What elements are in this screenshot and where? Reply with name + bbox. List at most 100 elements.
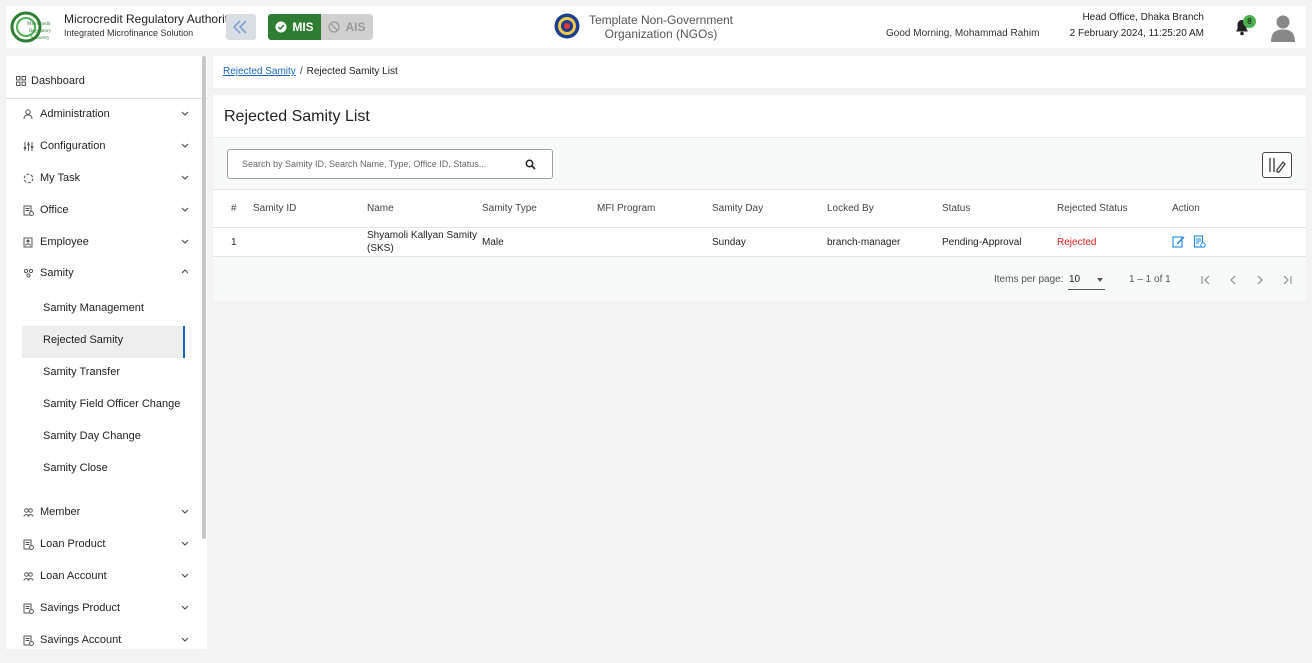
chevron-down-icon	[181, 175, 189, 180]
sidebar-item-dashboard[interactable]: Dashboard	[16, 75, 85, 87]
module-toggle: MIS AIS	[268, 14, 373, 40]
previous-page-button[interactable]	[1225, 272, 1241, 288]
sidebar-item-samity[interactable]: Samity	[22, 264, 190, 282]
edit-icon[interactable]	[1172, 235, 1185, 248]
user-avatar-icon[interactable]	[1270, 14, 1296, 42]
cell-samity-day: Sunday	[712, 227, 827, 257]
sidebar-subitem-samity-close[interactable]: Samity Close	[43, 462, 108, 474]
chevron-down-icon	[181, 541, 189, 546]
grid-icon	[16, 76, 26, 86]
sidebar-item-member[interactable]: Member	[22, 503, 190, 521]
savings-account-icon	[22, 634, 34, 646]
chevron-down-icon	[181, 573, 189, 578]
column-edit-icon	[1269, 158, 1286, 173]
table-row: 1 Shyamoli Kallyan Samity (SKS) Male Sun…	[213, 227, 1306, 257]
mis-button[interactable]: MIS	[268, 14, 321, 40]
ngo-name: Template Non-Government Organization (NG…	[588, 13, 734, 41]
sidebar-item-label: My Task	[40, 172, 81, 184]
sidebar-item-administration[interactable]: Administration	[22, 105, 190, 123]
column-settings-button[interactable]	[1262, 152, 1292, 178]
view-details-icon[interactable]	[1193, 235, 1206, 249]
items-per-page-label: Items per page:	[994, 274, 1064, 285]
sidebar-item-label: Savings Account	[40, 634, 122, 646]
breadcrumb: Rejected Samity / Rejected Samity List	[213, 56, 1306, 88]
notification-badge: 8	[1243, 15, 1256, 28]
sidebar-item-loan-account[interactable]: Loan Account	[22, 567, 190, 585]
col-header-index: #	[213, 189, 253, 228]
savings-product-icon	[22, 602, 34, 614]
top-header: Microcredit Regulatory Authority Microcr…	[6, 6, 1306, 48]
sidebar-scrollbar[interactable]	[202, 56, 206, 539]
col-header-name[interactable]: Name	[367, 189, 482, 228]
col-header-mfi-program[interactable]: MFI Program	[597, 189, 712, 228]
col-header-rejected-status[interactable]: Rejected Status	[1057, 189, 1172, 228]
cell-name: Shyamoli Kallyan Samity (SKS)	[367, 227, 482, 257]
col-header-status[interactable]: Status	[942, 189, 1057, 228]
sidebar-subitem-samity-management[interactable]: Samity Management	[43, 302, 144, 314]
search-input[interactable]	[242, 157, 512, 171]
page-range: 1 – 1 of 1	[1129, 274, 1171, 285]
branch-name: Head Office, Dhaka Branch	[1082, 12, 1204, 23]
collapse-sidebar-button[interactable]	[226, 14, 256, 40]
sidebar-item-office[interactable]: Office	[22, 201, 190, 219]
search-icon[interactable]	[525, 159, 536, 170]
col-header-samity-day[interactable]: Samity Day	[712, 189, 827, 228]
sidebar-item-label: Administration	[40, 108, 110, 120]
office-doc-icon	[22, 204, 34, 216]
sidebar-subitem-samity-transfer[interactable]: Samity Transfer	[43, 366, 120, 378]
greeting-text: Good Morning, Mohammad Rahim	[886, 28, 1040, 39]
col-header-locked-by[interactable]: Locked By	[827, 189, 942, 228]
cell-mfi-program	[597, 227, 712, 257]
chevron-down-icon	[181, 239, 189, 244]
sidebar-subitem-rejected-samity[interactable]: Rejected Samity	[43, 334, 123, 346]
last-page-button[interactable]	[1279, 272, 1295, 288]
sidebar-item-loan-product[interactable]: Loan Product	[22, 535, 190, 553]
sidebar-item-my-task[interactable]: My Task	[22, 169, 190, 187]
cell-rejected-status: Rejected	[1057, 227, 1172, 257]
sidebar-item-label: Dashboard	[31, 75, 85, 87]
sidebar-item-employee[interactable]: Employee	[22, 233, 190, 251]
items-per-page-select[interactable]: 10	[1068, 272, 1105, 290]
search-box	[227, 149, 553, 179]
svg-text:Microcredit: Microcredit	[27, 22, 51, 27]
double-chevron-left-icon	[232, 20, 247, 34]
last-page-icon	[1283, 275, 1292, 285]
breadcrumb-link-rejected-samity[interactable]: Rejected Samity	[223, 66, 296, 77]
sidebar-subitem-samity-day-change[interactable]: Samity Day Change	[43, 430, 141, 442]
svg-text:Authority: Authority	[30, 36, 50, 41]
chevron-right-icon	[1257, 275, 1263, 285]
sidebar-item-label: Configuration	[40, 140, 106, 152]
divider	[6, 98, 207, 99]
col-header-samity-id[interactable]: Samity ID	[253, 189, 367, 228]
check-circle-icon	[275, 21, 287, 33]
sidebar-item-savings-account[interactable]: Savings Account	[22, 631, 190, 649]
next-page-button[interactable]	[1252, 272, 1268, 288]
cell-action	[1172, 227, 1306, 257]
sidebar-item-label: Employee	[40, 236, 89, 248]
mra-logo: Microcredit Regulatory Authority	[10, 11, 52, 43]
col-header-action: Action	[1172, 189, 1306, 228]
samity-icon	[22, 267, 34, 279]
sidebar-item-configuration[interactable]: Configuration	[22, 137, 190, 155]
svg-text:Regulatory: Regulatory	[29, 29, 52, 34]
member-icon	[22, 506, 34, 518]
first-page-icon	[1201, 275, 1210, 285]
chevron-down-icon	[181, 637, 189, 642]
employee-icon	[22, 236, 34, 248]
org-title: Microcredit Regulatory Authority	[64, 12, 235, 26]
chevron-down-icon	[181, 509, 189, 514]
cell-index: 1	[213, 227, 253, 257]
sidebar-item-savings-product[interactable]: Savings Product	[22, 599, 190, 617]
cell-status: Pending-Approval	[942, 227, 1057, 257]
chevron-down-icon	[181, 143, 189, 148]
first-page-button[interactable]	[1198, 272, 1214, 288]
rejected-samity-table: # Samity ID Name Samity Type MFI Program…	[213, 189, 1306, 257]
task-circle-icon	[22, 172, 34, 184]
sidebar-subitem-field-officer-change[interactable]: Samity Field Officer Change	[43, 398, 180, 410]
loan-account-icon	[22, 570, 34, 582]
government-seal-icon	[554, 13, 580, 39]
ais-button[interactable]: AIS	[321, 14, 373, 40]
table-header-row: # Samity ID Name Samity Type MFI Program…	[213, 189, 1306, 228]
col-header-samity-type[interactable]: Samity Type	[482, 189, 597, 228]
chevron-down-icon	[181, 605, 189, 610]
